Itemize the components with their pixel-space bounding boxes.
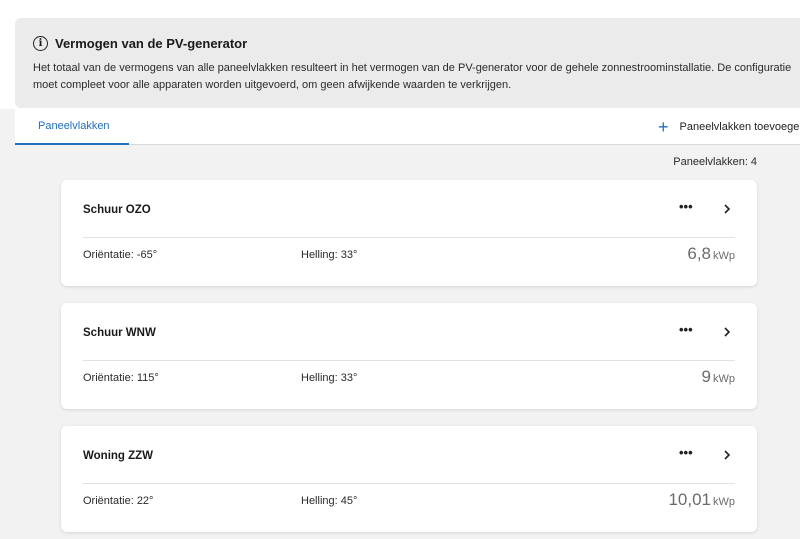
- add-panel-surfaces-button[interactable]: + Paneelvlakken toevoegen: [655, 109, 800, 145]
- divider: [83, 483, 735, 484]
- power: 6,8 kWp: [687, 244, 735, 264]
- tilt-value: 33°: [340, 249, 358, 261]
- power-value: 10,01: [668, 490, 711, 509]
- card-title: Woning ZZW: [83, 450, 154, 462]
- info-panel: i Vermogen van de PV-generator Het totaa…: [15, 18, 800, 108]
- orientation-value: -65°: [136, 249, 158, 261]
- orientation-label: Oriëntatie:: [83, 495, 134, 507]
- orientation: Oriëntatie: 22°: [83, 495, 153, 507]
- power-unit: kWp: [713, 496, 735, 508]
- orientation-value: 22°: [136, 495, 154, 507]
- power: 9 kWp: [702, 367, 735, 387]
- orientation: Oriëntatie: 115°: [83, 372, 159, 384]
- info-icon: i: [33, 36, 48, 51]
- tilt-label: Helling:: [301, 372, 338, 384]
- orientation: Oriëntatie: -65°: [83, 249, 157, 261]
- tilt: Helling: 33°: [301, 249, 357, 261]
- plus-icon: +: [658, 116, 669, 137]
- panel-count-value: 4: [750, 156, 757, 168]
- info-title: i Vermogen van de PV-generator: [33, 36, 797, 51]
- panel-count-label: Paneelvlakken:: [673, 156, 748, 168]
- card-title: Schuur WNW: [83, 327, 156, 339]
- panel-surface-card[interactable]: Schuur OZO ••• Oriëntatie: -65° Helling:…: [61, 180, 757, 286]
- chevron-right-icon[interactable]: [721, 203, 733, 215]
- divider: [83, 237, 735, 238]
- orientation-label: Oriëntatie:: [83, 372, 134, 384]
- chevron-right-icon[interactable]: [721, 449, 733, 461]
- power-value: 6,8: [687, 244, 711, 263]
- power: 10,01 kWp: [668, 490, 735, 510]
- tab-paneelvlakken[interactable]: Paneelvlakken: [15, 109, 129, 145]
- info-title-text: Vermogen van de PV-generator: [55, 36, 248, 51]
- add-button-label: Paneelvlakken toevoegen: [679, 120, 800, 133]
- panel-surface-card[interactable]: Woning ZZW ••• Oriëntatie: 22° Helling: …: [61, 426, 757, 532]
- more-options-icon[interactable]: •••: [679, 199, 693, 214]
- tilt-label: Helling:: [301, 249, 338, 261]
- more-options-icon[interactable]: •••: [679, 322, 693, 337]
- tab-bar: Paneelvlakken: [15, 109, 655, 145]
- panel-count: Paneelvlakken: 4: [673, 156, 757, 168]
- info-description: Het totaal van de vermogens van alle pan…: [33, 62, 792, 91]
- tilt: Helling: 33°: [301, 372, 357, 384]
- orientation-label: Oriëntatie:: [83, 249, 134, 261]
- divider: [83, 360, 735, 361]
- tilt-label: Helling:: [301, 495, 338, 507]
- chevron-right-icon[interactable]: [721, 326, 733, 338]
- tilt-value: 33°: [340, 372, 358, 384]
- tilt-value: 45°: [340, 495, 358, 507]
- tilt: Helling: 45°: [301, 495, 357, 507]
- card-title: Schuur OZO: [83, 204, 151, 216]
- panel-surface-card[interactable]: Schuur WNW ••• Oriëntatie: 115° Helling:…: [61, 303, 757, 409]
- more-options-icon[interactable]: •••: [679, 445, 693, 460]
- power-value: 9: [701, 367, 711, 386]
- orientation-value: 115°: [136, 372, 159, 384]
- power-unit: kWp: [713, 250, 735, 262]
- power-unit: kWp: [713, 373, 735, 385]
